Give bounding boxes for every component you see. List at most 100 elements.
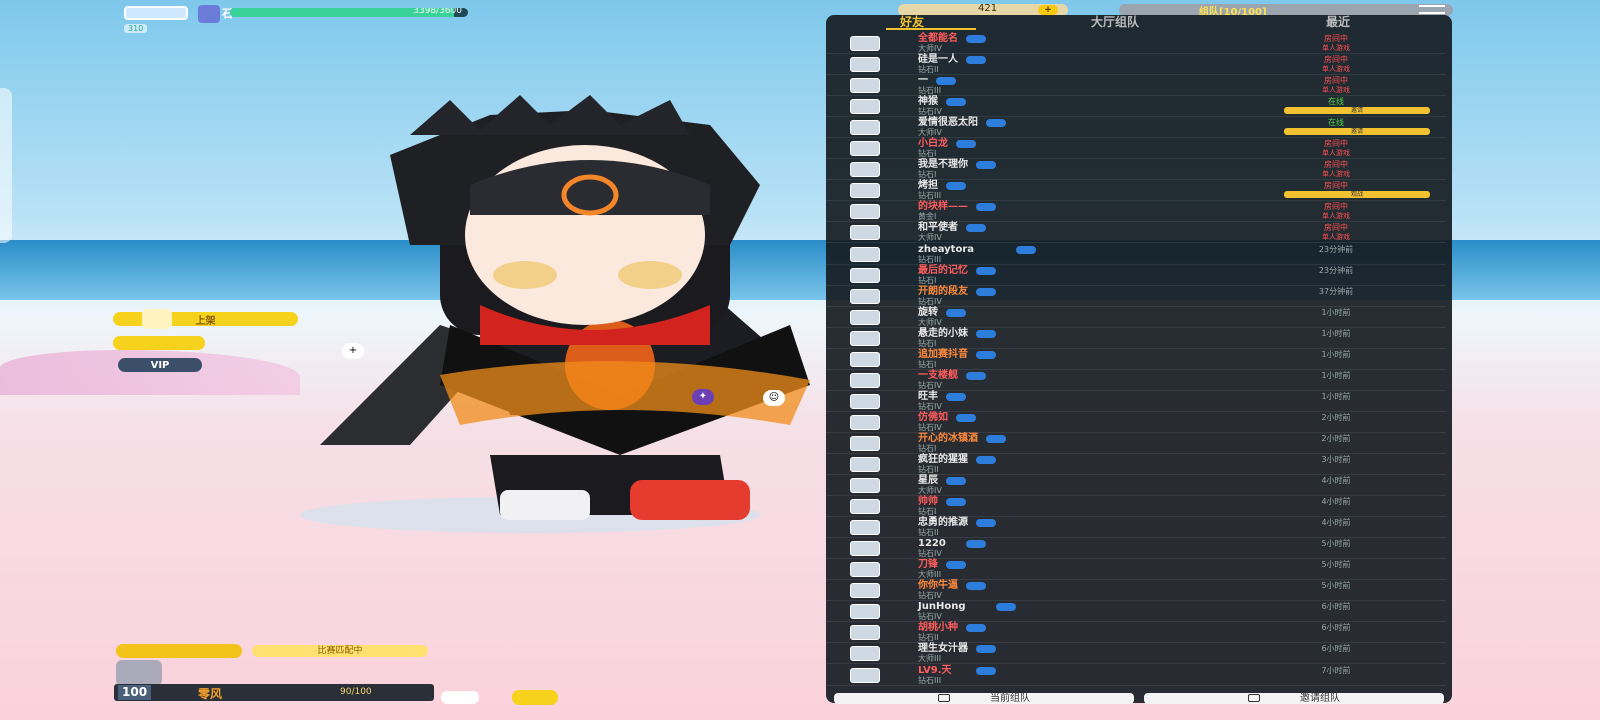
friend-avatar[interactable] <box>850 667 880 683</box>
friend-avatar[interactable] <box>850 183 880 199</box>
plus-icon[interactable]: + <box>342 343 364 359</box>
friend-rank: 钻石I <box>918 275 937 285</box>
friend-avatar[interactable] <box>850 330 880 346</box>
friend-row[interactable]: 烤担 钻石III 房间中 观战 <box>826 180 1446 202</box>
friend-row[interactable]: 硅是一人 钻石II 房间中 单人游戏 <box>826 54 1446 76</box>
pet-badge[interactable] <box>116 644 242 658</box>
current-team-button[interactable]: 当前组队 <box>834 693 1134 704</box>
voice-button[interactable] <box>441 691 479 704</box>
friend-avatar[interactable] <box>850 583 880 599</box>
vip-button[interactable]: VIP <box>118 358 202 372</box>
star-icon[interactable]: ✦ <box>692 389 714 405</box>
friend-avatar[interactable] <box>850 351 880 367</box>
friend-avatar[interactable] <box>850 288 880 304</box>
friend-avatar[interactable] <box>850 414 880 430</box>
friend-avatar[interactable] <box>850 393 880 409</box>
friend-status: 房间中 <box>1324 181 1348 191</box>
friend-avatar[interactable] <box>850 309 880 325</box>
friend-avatar[interactable] <box>850 604 880 620</box>
friend-row[interactable]: 开朗的段友 钻石IV 37分钟前 <box>826 286 1446 307</box>
friend-avatar[interactable] <box>850 562 880 578</box>
tab-recent[interactable]: 最近 <box>1326 15 1350 29</box>
friend-avatar[interactable] <box>850 499 880 515</box>
friend-row[interactable]: 刀锋 大师III 5小时前 <box>826 559 1446 581</box>
friend-avatar[interactable] <box>850 457 880 472</box>
friend-avatar[interactable] <box>850 372 880 388</box>
vip-label: VIP <box>150 359 170 371</box>
side-drawer-tab[interactable] <box>0 88 12 243</box>
team-icon <box>938 694 950 702</box>
friend-row[interactable]: 全都能名 大师IV 房间中 单人游戏 <box>826 33 1446 54</box>
friend-avatar[interactable] <box>850 478 880 494</box>
stamina-count: 90/100 <box>340 687 372 697</box>
friend-action-button[interactable]: 观战 <box>1284 191 1430 199</box>
friend-rank: 大师IV <box>918 317 942 327</box>
add-coin-button[interactable]: + <box>1038 5 1058 15</box>
friend-row[interactable]: 追加赛抖音 钻石I 1小时前 <box>826 349 1446 370</box>
friend-row[interactable]: 仿佛如 钻石IV 2小时前 <box>826 412 1446 433</box>
friend-avatar[interactable] <box>850 57 880 73</box>
player-avatar[interactable] <box>124 6 188 20</box>
tab-friends[interactable]: 好友 <box>900 15 924 29</box>
friend-avatar[interactable] <box>850 267 880 283</box>
friend-status: 6小时前 <box>1321 644 1351 654</box>
friend-avatar[interactable] <box>850 225 880 241</box>
friend-status: 1小时前 <box>1321 349 1351 359</box>
friend-rank: 钻石IV <box>918 612 942 622</box>
friend-action-button[interactable]: 邀请 <box>1284 128 1430 136</box>
pink-rocks <box>0 350 300 395</box>
hamburger-icon[interactable] <box>1419 5 1445 14</box>
verified-badge-icon <box>956 413 976 422</box>
tab-lobby-team[interactable]: 大厅组队 <box>1091 15 1139 29</box>
friend-avatar[interactable] <box>850 99 880 115</box>
friend-status: 房间中 <box>1324 139 1348 149</box>
friend-row[interactable]: 疯狂的猩猩 钻石II 3小时前 <box>826 454 1446 475</box>
friend-row[interactable]: 和平使者 大师IV 房间中 单人游戏 <box>826 222 1446 244</box>
verified-badge-icon <box>966 56 986 65</box>
friend-row[interactable]: JunHong 钻石IV 6小时前 <box>826 601 1446 623</box>
friend-row[interactable]: 旺丰 钻石IV 1小时前 <box>826 391 1446 412</box>
friend-avatar[interactable] <box>850 435 880 451</box>
friend-status: 房间中 <box>1324 55 1348 65</box>
friend-avatar[interactable] <box>850 625 880 641</box>
friend-row[interactable]: 你你牛逼 钻石IV 5小时前 <box>826 580 1446 602</box>
friend-row[interactable]: 爱情很恶太阳 大师IV 在线 邀请 <box>826 117 1446 139</box>
shop-button[interactable]: 上架 <box>113 312 298 327</box>
friend-row[interactable]: LV9.天 钻石III 7小时前 <box>826 665 1446 686</box>
friend-row[interactable]: 星辰 大师IV 4小时前 <box>826 475 1446 497</box>
flag-button[interactable] <box>512 690 558 705</box>
friend-row[interactable]: 理生女汁器 大师III 6小时前 <box>826 643 1446 665</box>
friend-row[interactable]: 最后的记忆 钻石I 23分钟前 <box>826 265 1446 286</box>
friend-row[interactable]: 我是不理你 钻石I 房间中 单人游戏 <box>826 159 1446 181</box>
pet-avatar[interactable] <box>116 660 162 686</box>
invite-team-button[interactable]: 邀请组队 <box>1144 693 1444 704</box>
friend-row[interactable]: 神猴 钻石IV 在线 邀请 <box>826 96 1446 118</box>
friend-avatar[interactable] <box>850 246 880 262</box>
friend-row[interactable]: 一支楼舰 钻石IV 1小时前 <box>826 370 1446 391</box>
emote-icon[interactable]: ☺ <box>763 390 785 406</box>
friend-row[interactable]: 的块样—— 黄金I 房间中 单人游戏 <box>826 201 1446 223</box>
friend-avatar[interactable] <box>850 520 880 536</box>
friend-avatar[interactable] <box>850 541 880 557</box>
friend-row[interactable]: 旋转 大师IV 1小时前 <box>826 307 1446 328</box>
friend-row[interactable]: 开心的冰镇酒 钻石I 2小时前 <box>826 433 1446 454</box>
friend-row[interactable]: 胡桃小种 钻石II 6小时前 <box>826 622 1446 644</box>
friend-rank: 大师IV <box>918 486 942 496</box>
friend-avatar[interactable] <box>850 36 880 51</box>
reward-button[interactable] <box>113 336 205 350</box>
friend-avatar[interactable] <box>850 78 880 94</box>
friend-row[interactable]: 1220 钻石IV 5小时前 <box>826 538 1446 560</box>
friend-row[interactable]: zheaytora 钻石III 23分钟前 <box>826 244 1446 265</box>
friend-row[interactable]: 一钻石III 房间中 单人游戏 <box>826 75 1446 97</box>
friend-row[interactable]: 小白龙 钻石I 房间中 单人游戏 <box>826 138 1446 160</box>
friend-avatar[interactable] <box>850 120 880 136</box>
player-character[interactable] <box>290 95 830 535</box>
friend-avatar[interactable] <box>850 204 880 220</box>
friend-avatar[interactable] <box>850 162 880 178</box>
friend-row[interactable]: 悬走的小妹 钻石I 1小时前 <box>826 328 1446 349</box>
friend-row[interactable]: 帅帅 钻石I 4小时前 <box>826 496 1446 518</box>
friend-action-button[interactable]: 邀请 <box>1284 107 1430 115</box>
friend-avatar[interactable] <box>850 141 880 157</box>
friend-row[interactable]: 忠勇的推源 钻石II 4小时前 <box>826 517 1446 539</box>
friend-avatar[interactable] <box>850 646 880 662</box>
